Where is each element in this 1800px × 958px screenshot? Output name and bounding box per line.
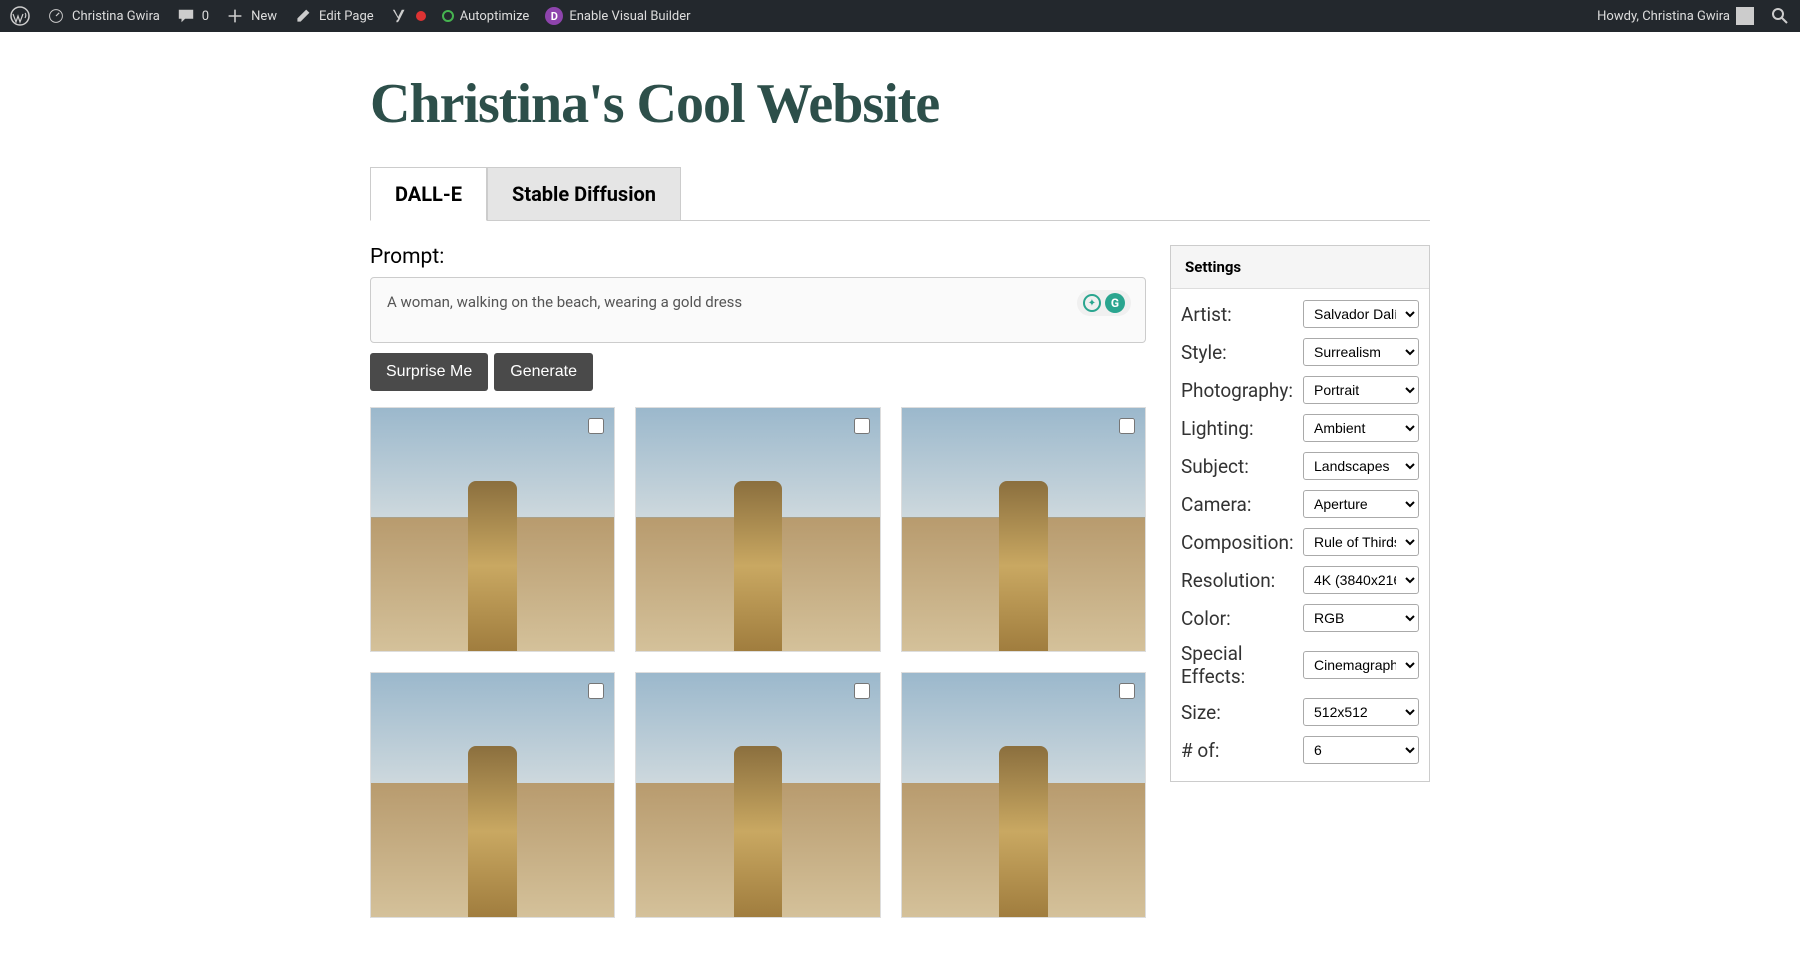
left-column: Prompt: A woman, walking on the beach, w…	[370, 245, 1146, 918]
setting-row: Size: 512x512	[1181, 693, 1419, 731]
setting-label: Size:	[1181, 701, 1295, 724]
yoast-menu[interactable]	[390, 6, 426, 26]
prompt-text: A woman, walking on the beach, wearing a…	[387, 293, 742, 311]
generate-button[interactable]: Generate	[494, 353, 593, 391]
setting-row: Style: Surrealism	[1181, 333, 1419, 371]
site-name-menu[interactable]: Christina Gwira	[46, 6, 160, 26]
setting-row: Artist: Salvador Dalí	[1181, 295, 1419, 333]
grammarly-icon[interactable]: G	[1105, 293, 1125, 313]
new-label: New	[251, 9, 277, 24]
results-gallery	[370, 407, 1146, 918]
generator-tabs: DALL-E Stable Diffusion	[370, 166, 1430, 221]
autoptimize-label: Autoptimize	[460, 9, 530, 24]
setting-row: Camera: Aperture	[1181, 485, 1419, 523]
setting-select[interactable]: Salvador Dalí	[1303, 300, 1419, 328]
setting-select[interactable]: Surrealism	[1303, 338, 1419, 366]
prompt-badges: ✦ G	[1077, 290, 1131, 316]
prompt-label: Prompt:	[370, 245, 1146, 269]
button-row: Surprise Me Generate	[370, 353, 1146, 391]
plus-icon	[225, 6, 245, 26]
setting-label: Camera:	[1181, 493, 1295, 516]
surprise-me-button[interactable]: Surprise Me	[370, 353, 488, 391]
admin-bar-right: Howdy, Christina Gwira	[1597, 6, 1790, 26]
wordpress-icon	[10, 6, 30, 26]
search-toggle[interactable]	[1770, 6, 1790, 26]
setting-select[interactable]: 6	[1303, 736, 1419, 764]
settings-panel: Settings Artist: Salvador Dalí Style: Surre…	[1170, 245, 1430, 782]
visual-builder-label: Enable Visual Builder	[569, 9, 690, 24]
main-row: Prompt: A woman, walking on the beach, w…	[370, 245, 1430, 918]
select-image-checkbox[interactable]	[854, 418, 870, 434]
comments-menu[interactable]: 0	[176, 6, 209, 26]
autoptimize-menu[interactable]: Autoptimize	[442, 9, 530, 24]
yoast-icon	[390, 6, 410, 26]
setting-select[interactable]: 512x512	[1303, 698, 1419, 726]
select-image-checkbox[interactable]	[1119, 683, 1135, 699]
account-menu[interactable]: Howdy, Christina Gwira	[1597, 7, 1754, 25]
tab-dalle[interactable]: DALL-E	[370, 167, 487, 221]
settings-header: Settings	[1171, 246, 1429, 289]
dashboard-icon	[46, 6, 66, 26]
pencil-icon	[293, 6, 313, 26]
main-content: Christina's Cool Website DALL-E Stable D…	[370, 32, 1430, 958]
result-image[interactable]	[635, 407, 880, 652]
search-icon	[1770, 6, 1790, 26]
setting-select[interactable]: Aperture	[1303, 490, 1419, 518]
setting-label: Color:	[1181, 607, 1295, 630]
setting-row: Composition: Rule of Thirds	[1181, 523, 1419, 561]
setting-row: Photography: Portrait	[1181, 371, 1419, 409]
select-image-checkbox[interactable]	[588, 683, 604, 699]
edit-page-menu[interactable]: Edit Page	[293, 6, 374, 26]
setting-label: Photography:	[1181, 379, 1295, 402]
setting-row: Special Effects: Cinemagraph	[1181, 637, 1419, 693]
result-image[interactable]	[370, 407, 615, 652]
tab-stable-diffusion[interactable]: Stable Diffusion	[487, 167, 681, 221]
setting-label: Lighting:	[1181, 417, 1295, 440]
select-image-checkbox[interactable]	[854, 683, 870, 699]
setting-label: Special Effects:	[1181, 642, 1295, 688]
status-circle-green-icon	[442, 10, 454, 22]
setting-select[interactable]: Rule of Thirds	[1303, 528, 1419, 556]
prompt-input[interactable]: A woman, walking on the beach, wearing a…	[370, 277, 1146, 343]
setting-row: Resolution: 4K (3840x216	[1181, 561, 1419, 599]
setting-row: Subject: Landscapes	[1181, 447, 1419, 485]
setting-select[interactable]: Ambient	[1303, 414, 1419, 442]
setting-select[interactable]: Portrait	[1303, 376, 1419, 404]
setting-select[interactable]: RGB	[1303, 604, 1419, 632]
setting-select[interactable]: Cinemagraph	[1303, 651, 1419, 679]
settings-body: Artist: Salvador Dalí Style: Surrealism Phot…	[1171, 289, 1429, 781]
setting-label: Resolution:	[1181, 569, 1295, 592]
setting-label: Artist:	[1181, 303, 1295, 326]
comment-icon	[176, 6, 196, 26]
page-title: Christina's Cool Website	[370, 72, 1430, 136]
result-image[interactable]	[635, 672, 880, 917]
select-image-checkbox[interactable]	[588, 418, 604, 434]
comments-count: 0	[202, 9, 209, 24]
wp-logo-menu[interactable]	[10, 6, 30, 26]
divi-icon: D	[545, 7, 563, 25]
setting-label: Style:	[1181, 341, 1295, 364]
avatar	[1736, 7, 1754, 25]
howdy-text: Howdy, Christina Gwira	[1597, 9, 1730, 24]
suggestion-icon[interactable]: ✦	[1083, 294, 1101, 312]
result-image[interactable]	[370, 672, 615, 917]
setting-label: # of:	[1181, 739, 1295, 762]
setting-select[interactable]: 4K (3840x216	[1303, 566, 1419, 594]
admin-bar-left: Christina Gwira 0 New Edit Page	[10, 6, 691, 26]
edit-page-label: Edit Page	[319, 9, 374, 24]
divi-builder-menu[interactable]: D Enable Visual Builder	[545, 7, 690, 25]
setting-label: Subject:	[1181, 455, 1295, 478]
wp-admin-bar: Christina Gwira 0 New Edit Page	[0, 0, 1800, 32]
site-name-label: Christina Gwira	[72, 9, 160, 24]
setting-select[interactable]: Landscapes	[1303, 452, 1419, 480]
setting-row: Color: RGB	[1181, 599, 1419, 637]
result-image[interactable]	[901, 672, 1146, 917]
setting-row: Lighting: Ambient	[1181, 409, 1419, 447]
result-image[interactable]	[901, 407, 1146, 652]
setting-label: Composition:	[1181, 531, 1295, 554]
setting-row: # of: 6	[1181, 731, 1419, 769]
new-content-menu[interactable]: New	[225, 6, 277, 26]
select-image-checkbox[interactable]	[1119, 418, 1135, 434]
status-dot-red-icon	[416, 11, 426, 21]
